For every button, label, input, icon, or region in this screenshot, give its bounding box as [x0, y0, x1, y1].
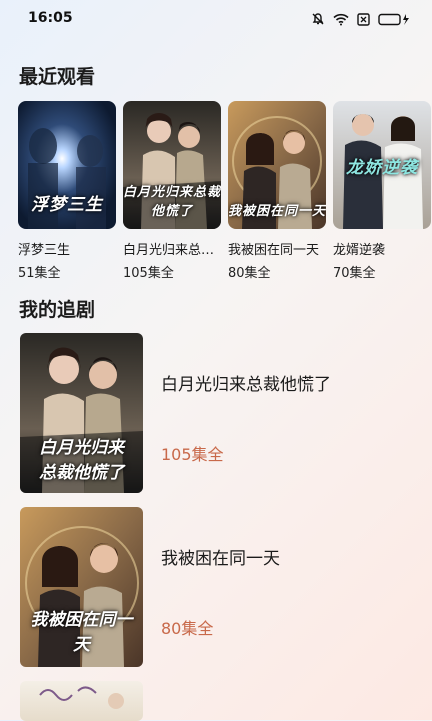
drama-name: 我被困在同一天 [228, 243, 320, 258]
following-section-title: 我的追剧 [19, 299, 96, 321]
recent-item[interactable]: 白月光归来总裁他慌了 白月光归来总裁他慌了 105集全 [123, 101, 221, 281]
drama-poster[interactable]: 我被困在同一天 [228, 101, 326, 229]
poster-title-art: 白月光归来总裁他慌了 [123, 185, 221, 219]
drama-name: 龙婿逆袭 [333, 243, 386, 258]
recent-item[interactable]: 浮梦三生 浮梦三生 51集全 [18, 101, 116, 281]
drama-poster[interactable] [20, 681, 143, 721]
following-item[interactable]: 我被困在同一天 我被困在同一天 80集全 [20, 507, 432, 681]
drama-name: 白月光归来总裁他慌了 [123, 243, 221, 258]
battery-icon [378, 11, 410, 30]
status-icons [311, 11, 410, 30]
episode-count: 80集全 [228, 266, 271, 281]
drama-name: 白月光归来总裁他慌了 [161, 375, 331, 395]
following-item[interactable]: 白月光归来总裁他慌了 白月光归来总裁他慌了 105集全 [20, 333, 432, 507]
status-bar: 16:05 [0, 0, 432, 38]
poster-title-art: 白月光归来总裁他慌了 [39, 438, 124, 483]
poster-title-art: 我被困在同一天 [30, 610, 133, 655]
recent-item[interactable]: 我被困在同一天 我被困在同一天 80集全 [228, 101, 326, 281]
episode-count: 105集全 [123, 266, 174, 281]
mute-bell-icon [311, 11, 325, 30]
drama-poster[interactable]: 白月光归来总裁他慌了 [123, 101, 221, 229]
drama-poster[interactable]: 浮梦三生 [18, 101, 116, 229]
wifi-icon [333, 11, 349, 30]
recent-item[interactable]: 龙娇逆袭 龙婿逆袭 70集全 [333, 101, 431, 281]
poster-title-art: 龙娇逆袭 [346, 158, 418, 178]
poster-title-art: 浮梦三生 [31, 195, 103, 215]
drama-poster[interactable]: 白月光归来总裁他慌了 [20, 333, 143, 493]
drama-name: 浮梦三生 [18, 243, 71, 258]
drama-poster[interactable]: 龙娇逆袭 [333, 101, 431, 229]
drama-name: 我被困在同一天 [161, 549, 280, 569]
episode-count: 80集全 [161, 619, 214, 638]
following-list: 白月光归来总裁他慌了 白月光归来总裁他慌了 105集全 我被困在同一天 我被困在… [20, 333, 432, 721]
episode-count: 70集全 [333, 266, 376, 281]
recent-list: 浮梦三生 浮梦三生 51集全 白月光归来总裁他慌了 白月光归来总裁他慌了 105… [18, 101, 431, 281]
poster-title-art: 我被困在同一天 [228, 204, 326, 219]
status-time: 16:05 [28, 10, 73, 26]
following-item-partial[interactable] [20, 681, 432, 721]
episode-count: 105集全 [161, 445, 224, 464]
recent-section-title: 最近观看 [19, 66, 96, 88]
sim-icon [357, 11, 370, 30]
episode-count: 51集全 [18, 266, 61, 281]
drama-poster[interactable]: 我被困在同一天 [20, 507, 143, 667]
